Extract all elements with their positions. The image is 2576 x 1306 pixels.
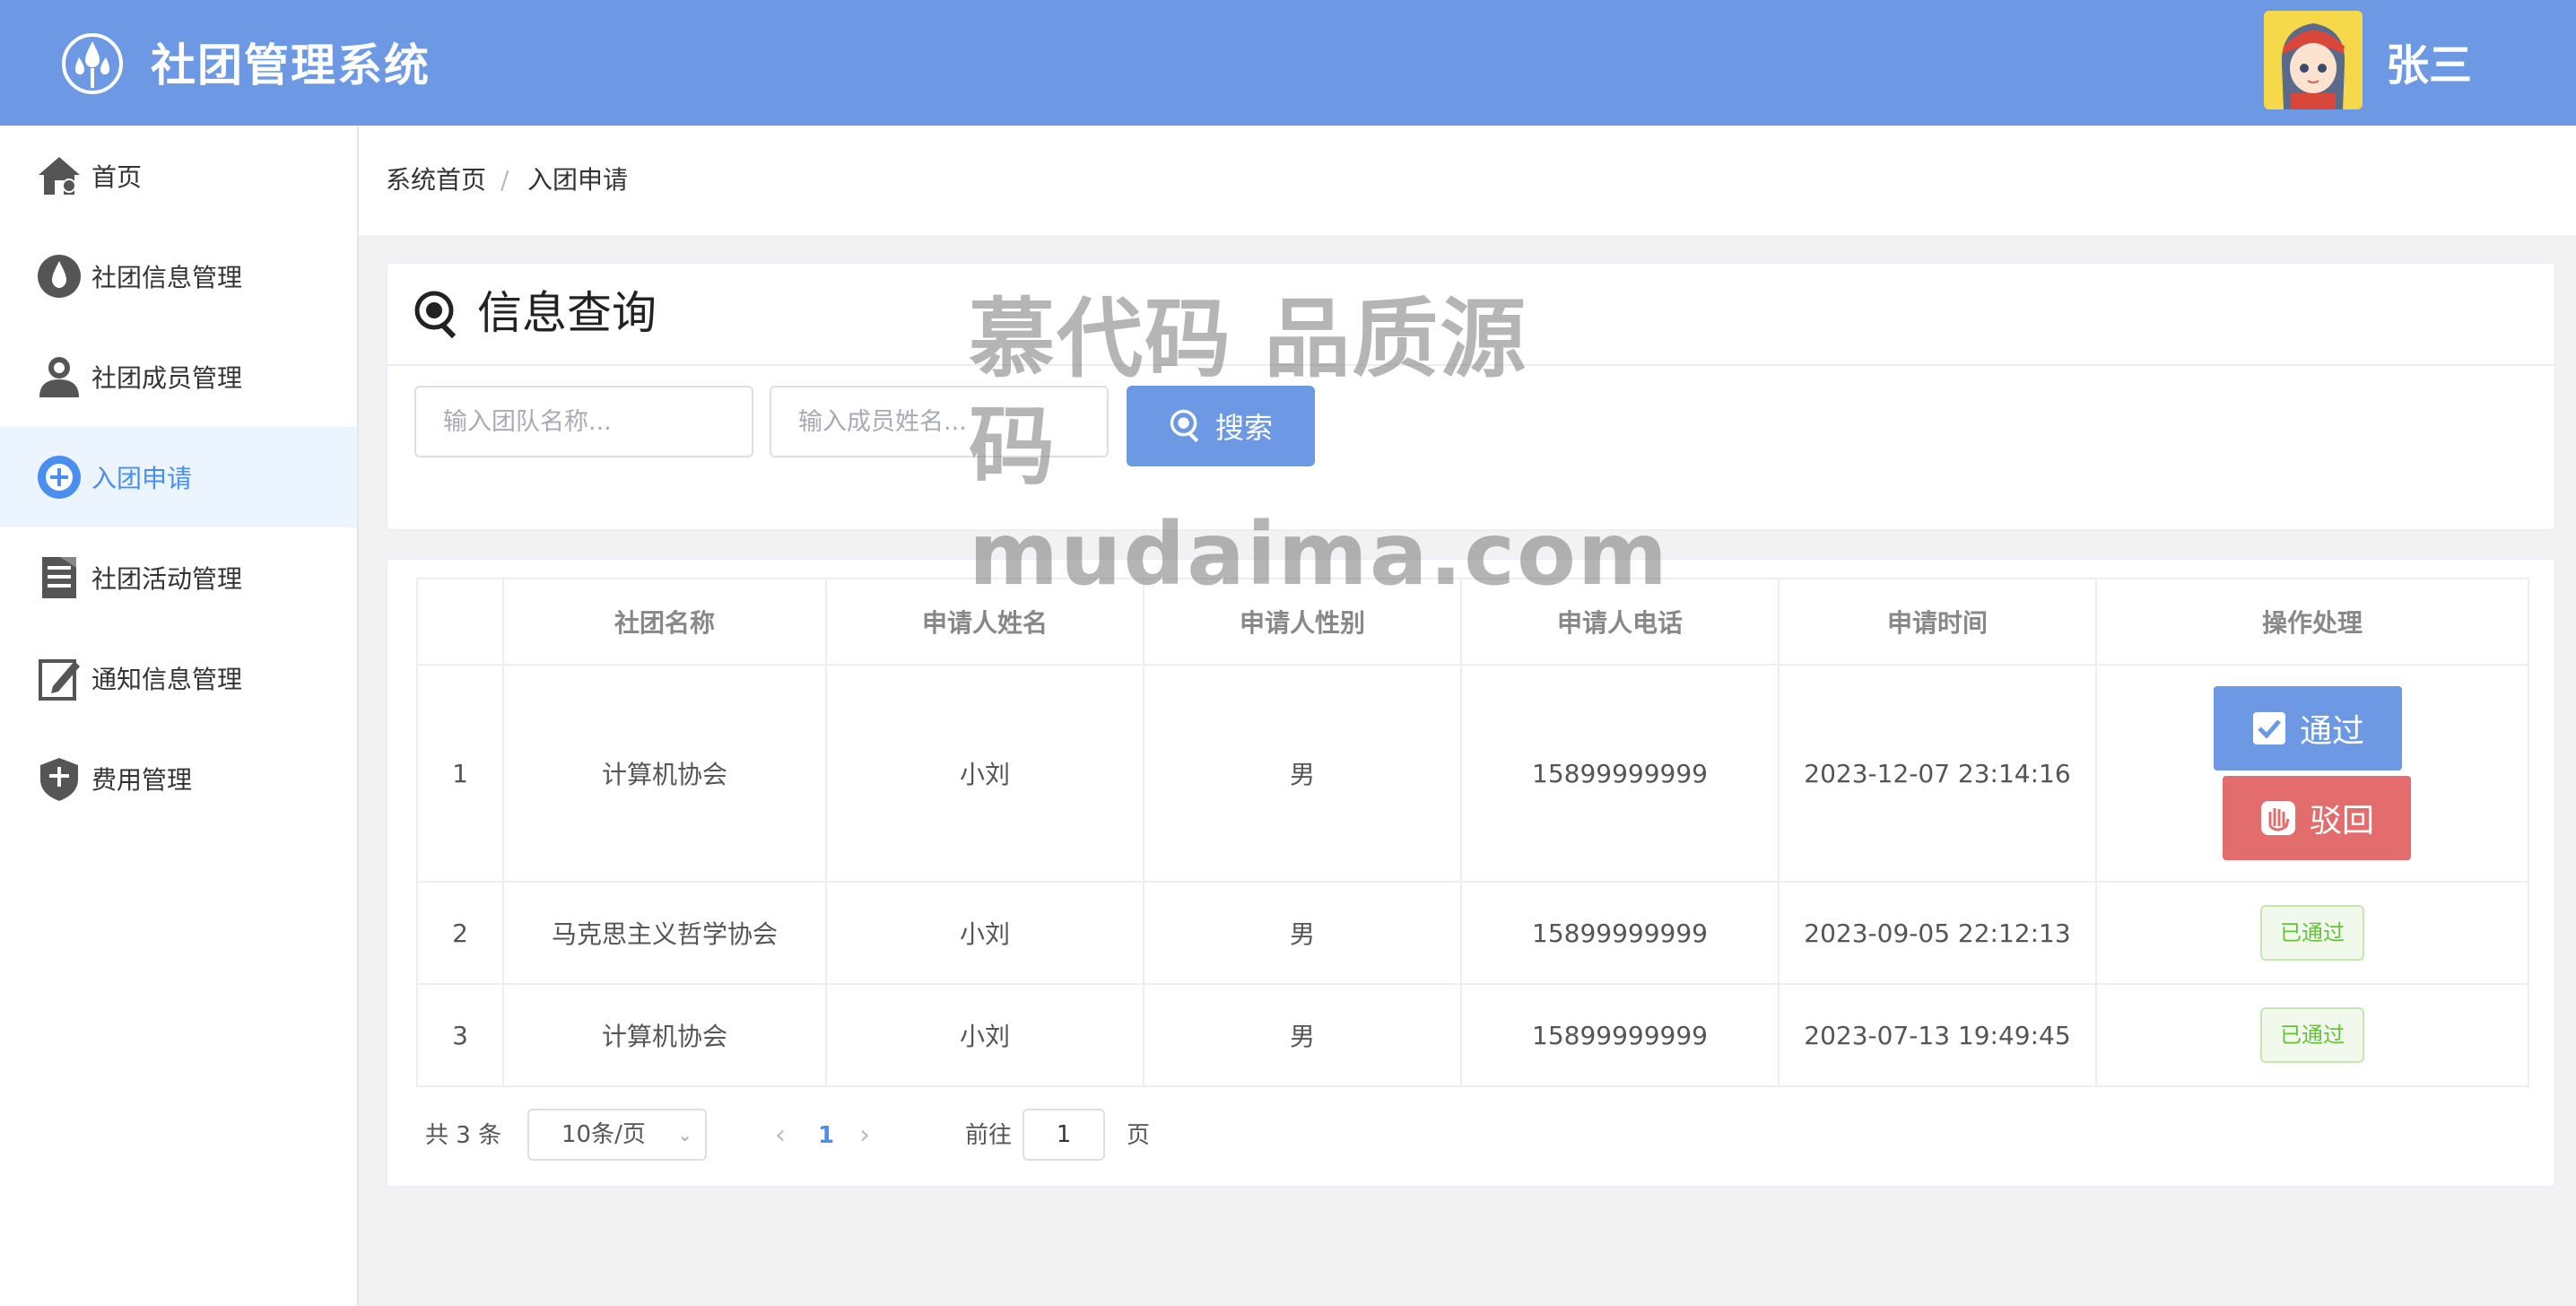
search-button-label: 搜索 [1214, 411, 1273, 445]
table-panel: 社团名称 申请人姓名 申请人性别 申请人电话 申请时间 操作处理 1 计算机协会… [386, 558, 2556, 1188]
shield-icon [34, 753, 84, 804]
goto-label: 前往 [965, 1122, 1013, 1149]
logo-icon [61, 32, 124, 95]
column-header[interactable]: 申请人性别 [1143, 578, 1462, 666]
table-header-row: 社团名称 申请人姓名 申请人性别 申请人电话 申请时间 操作处理 [416, 578, 2529, 666]
approve-label: 通过 [2299, 713, 2364, 750]
column-header: 操作处理 [2095, 578, 2529, 666]
club-name-cell: 计算机协会 [502, 664, 827, 883]
applicant-gender-cell: 男 [1143, 664, 1462, 883]
sidebar-item-label: 入团申请 [91, 464, 193, 493]
prev-page-icon[interactable]: ‹ [775, 1109, 786, 1162]
table-row: 3 计算机协会 小刘 男 15899999999 2023-07-13 19:4… [416, 983, 2529, 1087]
sidebar-item-fees[interactable]: 费用管理 [0, 728, 357, 829]
sidebar-item-label: 社团成员管理 [91, 363, 243, 393]
avatar[interactable] [2264, 11, 2363, 109]
applicant-name-cell: 小刘 [825, 983, 1144, 1087]
club-name-cell: 计算机协会 [502, 983, 827, 1087]
table-row: 1 计算机协会 小刘 男 15899999999 2023-12-07 23:1… [416, 664, 2529, 883]
column-header[interactable]: 申请人姓名 [825, 578, 1144, 666]
reject-label: 驳回 [2309, 803, 2374, 840]
applications-table: 社团名称 申请人姓名 申请人性别 申请人电话 申请时间 操作处理 1 计算机协会… [416, 578, 2529, 1087]
breadcrumb-home[interactable]: 系统首页 [386, 126, 486, 235]
status-badge: 已通过 [2260, 1007, 2364, 1063]
club-name-cell: 马克思主义哲学协会 [502, 881, 827, 985]
application-time-cell: 2023-07-13 19:49:45 [1778, 983, 2097, 1087]
search-title: 信息查询 [477, 287, 657, 339]
search-panel: 信息查询 搜索 [386, 262, 2556, 531]
row-index: 3 [416, 983, 504, 1087]
check-box-icon [2251, 710, 2287, 746]
applicant-gender-cell: 男 [1143, 881, 1462, 985]
column-header[interactable]: 申请人电话 [1460, 578, 1780, 666]
applicant-phone-cell: 15899999999 [1460, 983, 1780, 1087]
actions-cell: 已通过 [2095, 881, 2529, 985]
search-header: 信息查询 [387, 264, 2554, 366]
pagination: 共 3 条 10条/页 ⌄ ‹ 1 › 前往 页 [423, 1109, 1320, 1162]
row-index: 2 [416, 881, 504, 985]
sidebar-item-label: 费用管理 [91, 765, 193, 795]
application-time-cell: 2023-12-07 23:14:16 [1778, 664, 2097, 883]
next-page-icon[interactable]: › [859, 1109, 870, 1162]
sidebar: 首页 社团信息管理 社团成员管理 入团申请 社团活动管理 通知信息管理 费用管理 [0, 126, 359, 1306]
plus-circle-icon [34, 452, 84, 502]
actions-cell: 已通过 [2095, 983, 2529, 1087]
breadcrumb-current: 入团申请 [527, 165, 629, 195]
top-header: 社团管理系统 张三 [0, 0, 2576, 126]
page-number-current[interactable]: 1 [818, 1109, 834, 1162]
search-icon [1169, 408, 1205, 444]
goto-page-input[interactable] [1023, 1109, 1105, 1161]
column-header [416, 578, 504, 666]
chevron-down-icon: ⌄ [677, 1124, 692, 1145]
approve-button[interactable]: 通过 [2214, 686, 2402, 771]
sidebar-item-members[interactable]: 社团成员管理 [0, 326, 357, 427]
table-row: 2 马克思主义哲学协会 小刘 男 15899999999 2023-09-05 … [416, 881, 2529, 985]
applicant-phone-cell: 15899999999 [1460, 881, 1780, 985]
page-unit-label: 页 [1127, 1122, 1151, 1149]
sidebar-item-join-application[interactable]: 入团申请 [0, 427, 357, 527]
document-icon [34, 553, 84, 603]
page-size-value: 10条/页 [561, 1121, 646, 1148]
column-header[interactable]: 申请时间 [1778, 578, 2097, 666]
applicant-phone-cell: 15899999999 [1460, 664, 1780, 883]
applicant-name-cell: 小刘 [825, 881, 1144, 985]
breadcrumb-separator: / [500, 165, 509, 195]
member-name-input[interactable] [770, 386, 1109, 457]
row-index: 1 [416, 664, 504, 883]
page-size-select[interactable]: 10条/页 ⌄ [527, 1109, 707, 1161]
drop-icon [34, 251, 84, 301]
reject-button[interactable]: 驳回 [2223, 776, 2411, 860]
hand-stop-icon [2259, 799, 2297, 837]
application-time-cell: 2023-09-05 22:12:13 [1778, 881, 2097, 985]
home-icon [34, 151, 84, 201]
team-name-input[interactable] [414, 386, 753, 457]
sidebar-item-label: 首页 [91, 162, 143, 192]
applicant-name-cell: 小刘 [825, 664, 1144, 883]
search-icon [413, 289, 465, 341]
sidebar-item-club-info[interactable]: 社团信息管理 [0, 226, 357, 326]
search-button[interactable]: 搜索 [1127, 386, 1315, 466]
status-badge: 已通过 [2260, 905, 2364, 961]
sidebar-item-notices[interactable]: 通知信息管理 [0, 628, 357, 728]
sidebar-item-activities[interactable]: 社团活动管理 [0, 527, 357, 628]
sidebar-item-label: 社团信息管理 [91, 263, 243, 292]
column-header[interactable]: 社团名称 [502, 578, 827, 666]
sidebar-item-label: 社团活动管理 [91, 564, 243, 594]
user-icon [34, 352, 84, 402]
sidebar-item-home[interactable]: 首页 [0, 126, 357, 226]
actions-cell: 通过 驳回 [2095, 664, 2529, 883]
app-title: 社团管理系统 [151, 39, 431, 91]
applicant-gender-cell: 男 [1143, 983, 1462, 1087]
pagination-total: 共 3 条 [425, 1122, 502, 1149]
username[interactable]: 张三 [2386, 34, 2472, 97]
breadcrumb: 系统首页 / 入团申请 [359, 126, 2576, 235]
edit-icon [34, 653, 84, 703]
sidebar-item-label: 通知信息管理 [91, 665, 243, 694]
